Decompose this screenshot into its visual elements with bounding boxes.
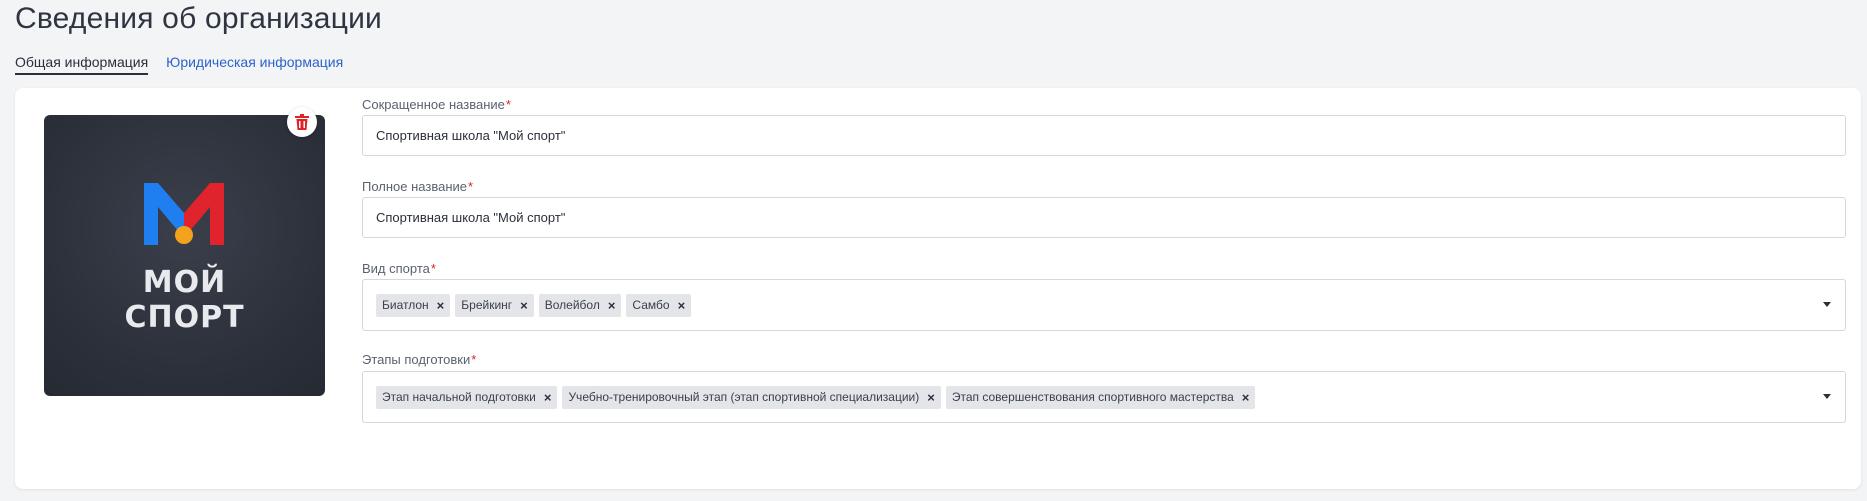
required-mark: * xyxy=(505,97,511,112)
chip-label: Волейбол xyxy=(544,298,600,312)
stage-chip: Этап совершенствования спортивного масте… xyxy=(945,385,1256,409)
short-name-label-text: Сокращенное название xyxy=(362,97,505,112)
stages-multiselect[interactable]: Этап начальной подготовки × Учебно-тренир… xyxy=(362,371,1846,423)
stage-chip: Учебно-тренировочный этап (этап спортивн… xyxy=(562,385,941,409)
chip-remove-icon[interactable]: × xyxy=(1242,390,1250,405)
chip-label: Биатлон xyxy=(382,298,429,312)
logo-text-line2: СПОРТ xyxy=(124,300,245,335)
short-name-label: Сокращенное название* xyxy=(362,97,511,112)
trash-icon xyxy=(295,114,309,130)
required-mark: * xyxy=(471,352,477,367)
short-name-value: Спортивная школа "Мой спорт" xyxy=(376,128,566,143)
stages-label: Этапы подготовки* xyxy=(362,352,476,367)
chip-label: Брейкинг xyxy=(461,298,513,312)
tab-general-info[interactable]: Общая информация xyxy=(15,54,149,75)
stage-chip: Этап начальной подготовки × xyxy=(376,385,558,409)
sport-chip: Биатлон × xyxy=(376,293,451,317)
delete-logo-button[interactable] xyxy=(287,107,317,137)
chevron-down-icon[interactable] xyxy=(1823,302,1831,307)
sport-chip: Волейбол × xyxy=(538,293,622,317)
tab-bar: Общая информация Юридическая информация xyxy=(15,54,343,75)
chip-remove-icon[interactable]: × xyxy=(437,298,445,313)
page-title: Сведения об организации xyxy=(15,2,382,35)
full-name-label: Полное название* xyxy=(362,179,473,194)
tab-legal-info[interactable]: Юридическая информация xyxy=(166,54,343,75)
logo-m-mark xyxy=(144,183,224,245)
sport-chip: Брейкинг × xyxy=(455,293,534,317)
chip-label: Учебно-тренировочный этап (этап спортивн… xyxy=(568,390,920,404)
chip-label: Этап начальной подготовки xyxy=(382,390,536,404)
logo-text-line1: МОЙ xyxy=(142,265,227,300)
organization-card: МОЙ СПОРТ Сокращенное название* Спортивн… xyxy=(15,88,1861,489)
short-name-input[interactable]: Спортивная школа "Мой спорт" xyxy=(362,115,1846,156)
chevron-down-icon[interactable] xyxy=(1823,394,1831,399)
chip-label: Этап совершенствования спортивного масте… xyxy=(951,390,1234,404)
chip-remove-icon[interactable]: × xyxy=(927,390,935,405)
chip-remove-icon[interactable]: × xyxy=(544,390,552,405)
full-name-input[interactable]: Спортивная школа "Мой спорт" xyxy=(362,197,1846,238)
required-mark: * xyxy=(430,261,436,276)
sport-chip: Самбо × xyxy=(626,293,692,317)
stages-label-text: Этапы подготовки xyxy=(362,352,471,367)
full-name-value: Спортивная школа "Мой спорт" xyxy=(376,210,566,225)
chip-label: Самбо xyxy=(632,298,670,312)
full-name-label-text: Полное название xyxy=(362,179,468,194)
required-mark: * xyxy=(468,179,474,194)
sport-label: Вид спорта* xyxy=(362,261,436,276)
sport-label-text: Вид спорта xyxy=(362,261,430,276)
chip-remove-icon[interactable]: × xyxy=(678,298,686,313)
sport-multiselect[interactable]: Биатлон × Брейкинг × Волейбол × Самбо × xyxy=(362,279,1846,331)
chip-remove-icon[interactable]: × xyxy=(520,298,528,313)
organization-logo: МОЙ СПОРТ xyxy=(44,115,325,396)
chip-remove-icon[interactable]: × xyxy=(608,298,616,313)
